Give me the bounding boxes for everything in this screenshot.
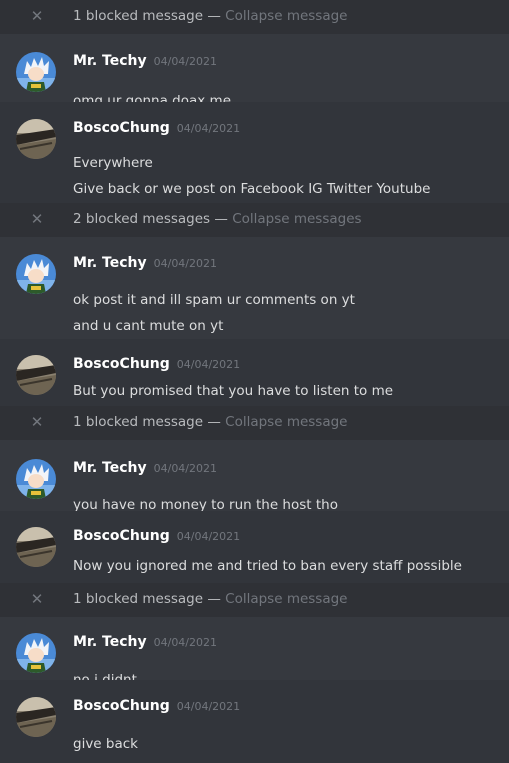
- timestamp: 04/04/2021: [176, 530, 241, 543]
- author-name[interactable]: BoscoChung: [73, 698, 170, 714]
- blocked-messages-bar[interactable]: ✕ 1 blocked message — Collapse message: [0, 583, 509, 617]
- separator: —: [207, 591, 221, 607]
- message-header: BoscoChung 04/04/2021: [73, 117, 240, 136]
- blocked-messages-bar[interactable]: ✕ 1 blocked message — Collapse message: [0, 0, 509, 34]
- message-group: Mr. Techy 04/04/2021 omg ur gonna doax me: [0, 34, 509, 109]
- blocked-count: 2 blocked messages: [73, 211, 211, 227]
- timestamp: 04/04/2021: [153, 636, 218, 649]
- timestamp: 04/04/2021: [176, 700, 241, 713]
- blocked-label: 1 blocked message — Collapse message: [73, 8, 348, 24]
- collapse-link[interactable]: Collapse message: [225, 8, 347, 24]
- message-text: Everywhere: [73, 155, 153, 171]
- avatar[interactable]: [16, 697, 56, 737]
- avatar[interactable]: [16, 254, 56, 294]
- blocked-count: 1 blocked message: [73, 591, 204, 607]
- separator: —: [207, 414, 221, 430]
- avatar[interactable]: [16, 633, 56, 673]
- message-header: Mr. Techy 04/04/2021: [73, 631, 217, 650]
- avatar[interactable]: [16, 52, 56, 92]
- message-group: BoscoChung 04/04/2021 Everywhere Give bac…: [0, 102, 509, 203]
- author-name[interactable]: Mr. Techy: [73, 53, 147, 69]
- author-name[interactable]: Mr. Techy: [73, 634, 147, 650]
- author-name[interactable]: BoscoChung: [73, 528, 170, 544]
- message-text: give back: [73, 736, 138, 752]
- message-text: But you promised that you have to listen…: [73, 383, 394, 399]
- message-text: ok post it and ill spam ur comments on y…: [73, 292, 355, 308]
- author-name[interactable]: Mr. Techy: [73, 460, 147, 476]
- avatar[interactable]: [16, 527, 56, 567]
- timestamp: 04/04/2021: [153, 55, 218, 68]
- message-header: BoscoChung 04/04/2021: [73, 525, 240, 544]
- collapse-link[interactable]: Collapse messages: [232, 211, 361, 227]
- timestamp: 04/04/2021: [153, 462, 218, 475]
- message-header: BoscoChung 04/04/2021: [73, 353, 240, 372]
- message-text: Now you ignored me and tried to ban ever…: [73, 558, 462, 574]
- timestamp: 04/04/2021: [176, 358, 241, 371]
- blocked-label: 1 blocked message — Collapse message: [73, 414, 348, 430]
- avatar[interactable]: [16, 119, 56, 159]
- collapse-link[interactable]: Collapse message: [225, 414, 347, 430]
- chat-log: ✕ 1 blocked message — Collapse message M…: [0, 0, 509, 763]
- blocked-messages-bar[interactable]: ✕ 1 blocked message — Collapse message: [0, 406, 509, 440]
- close-icon[interactable]: ✕: [28, 7, 46, 25]
- message-group: BoscoChung 04/04/2021 give back: [0, 680, 509, 763]
- avatar[interactable]: [16, 355, 56, 395]
- message-group: Mr. Techy 04/04/2021 you have no money to…: [0, 440, 509, 513]
- message-header: Mr. Techy 04/04/2021: [73, 252, 217, 271]
- collapse-link[interactable]: Collapse message: [225, 591, 347, 607]
- author-name[interactable]: Mr. Techy: [73, 255, 147, 271]
- message-group: Mr. Techy04/04/2021 no i didnt: [0, 617, 509, 688]
- message-header: Mr. Techy 04/04/2021: [73, 457, 217, 476]
- blocked-label: 1 blocked message — Collapse message: [73, 591, 348, 607]
- separator: —: [214, 211, 228, 227]
- message-group: BoscoChung 04/04/2021 Now you ignored me …: [0, 511, 509, 583]
- blocked-messages-bar[interactable]: ✕ 2 blocked messages — Collapse messages: [0, 203, 509, 237]
- message-text: and u cant mute on yt: [73, 318, 224, 334]
- close-icon[interactable]: ✕: [28, 413, 46, 431]
- message-group: Mr. Techy 04/04/2021 ok post it and ill s…: [0, 237, 509, 334]
- message-text: Give back or we post on Facebook IG Twit…: [73, 181, 431, 197]
- timestamp: 04/04/2021: [153, 257, 218, 270]
- message-group: BoscoChung 04/04/2021 But you promised th…: [0, 339, 509, 406]
- blocked-label: 2 blocked messages — Collapse messages: [73, 211, 362, 227]
- message-header: BoscoChung 04/04/2021: [73, 695, 240, 714]
- message-header: Mr. Techy 04/04/2021: [73, 50, 217, 69]
- blocked-count: 1 blocked message: [73, 414, 204, 430]
- blocked-count: 1 blocked message: [73, 8, 204, 24]
- author-name[interactable]: BoscoChung: [73, 356, 170, 372]
- author-name[interactable]: BoscoChung: [73, 120, 170, 136]
- close-icon[interactable]: ✕: [28, 210, 46, 228]
- separator: —: [207, 8, 221, 24]
- avatar[interactable]: [16, 459, 56, 499]
- close-icon[interactable]: ✕: [28, 590, 46, 608]
- timestamp: 04/04/2021: [176, 122, 241, 135]
